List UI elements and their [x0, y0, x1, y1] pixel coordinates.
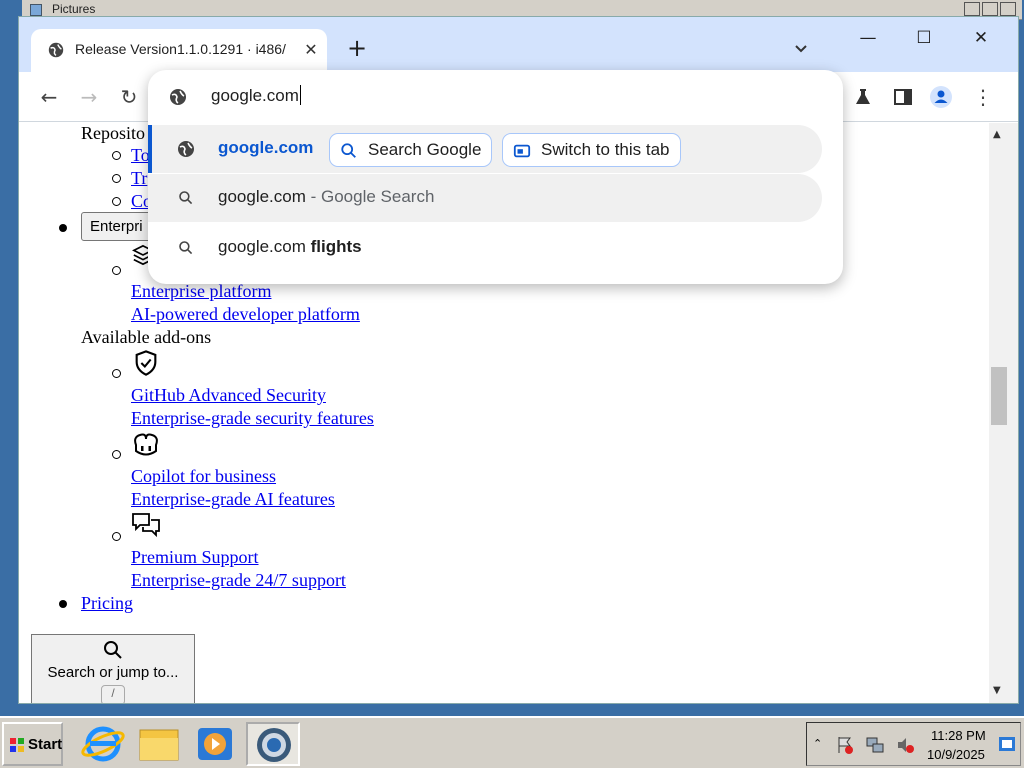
start-button[interactable]: Start [2, 722, 63, 766]
text-caret [299, 85, 301, 105]
keyboard-shortcut-hint: / [101, 685, 125, 703]
omnibox-input[interactable]: google.com [211, 85, 301, 106]
search-icon [104, 641, 122, 659]
comment-discussion-icon [132, 513, 160, 538]
vertical-scrollbar[interactable]: ▲ ▼ [989, 123, 1018, 703]
repo-link-to[interactable]: To [131, 145, 150, 166]
addons-heading: Available add-ons [81, 327, 212, 347]
enterprise-platform-desc[interactable]: AI-powered developer platform [131, 304, 360, 325]
list-bullet [59, 224, 67, 232]
suggestion-row-navigate[interactable]: google.com Search Google Switch to this … [148, 125, 822, 173]
show-hidden-icons-icon[interactable]: ⌃ [813, 737, 822, 750]
search-icon [341, 143, 356, 158]
background-window-title: Pictures [52, 2, 96, 16]
network-icon[interactable] [865, 735, 885, 755]
addon-desc-link[interactable]: Enterprise-grade security features [131, 408, 374, 429]
globe-icon [170, 89, 186, 105]
suggestion-row-flights[interactable]: google.com flights [148, 224, 822, 272]
tab-release-version[interactable]: Release Version1.1.0.1291 · i486/ ✕ [31, 29, 327, 72]
suggestion-row-search[interactable]: google.com - Google Search [148, 174, 822, 222]
maximize-button[interactable]: ☐ [904, 25, 944, 51]
list-bullet [112, 266, 121, 275]
globe-icon [48, 42, 64, 58]
suggestion-text: google.com flights [218, 237, 362, 257]
addon-title-link[interactable]: Premium Support [131, 547, 259, 568]
scroll-up-arrow-icon[interactable]: ▲ [993, 129, 1001, 140]
list-bullet [112, 532, 121, 541]
repo-link-tr[interactable]: Tr [131, 168, 147, 189]
reload-icon[interactable]: ↻ [117, 85, 141, 109]
clock-time: 11:28 PM [931, 728, 986, 743]
language-bar-icon[interactable] [999, 737, 1015, 751]
list-bullet [112, 151, 121, 160]
list-bullet [112, 197, 121, 206]
side-panel-icon[interactable] [891, 85, 915, 109]
folder-icon [30, 4, 42, 16]
windows-flag-icon [10, 738, 24, 752]
chrome-taskbar-button[interactable] [246, 722, 300, 766]
taskbar: Start ⌃ 11:28 PM 10/9/2025 [0, 716, 1024, 768]
close-tab-icon[interactable]: ✕ [301, 40, 321, 60]
search-or-jump-label: Search or jump to... [47, 664, 179, 681]
menu-kebab-icon[interactable]: ⋮ [971, 85, 995, 109]
suggestion-query: google.com [218, 187, 306, 206]
search-or-jump-button[interactable]: Search or jump to... / [31, 634, 195, 703]
omnibox-input-row[interactable]: google.com [148, 70, 843, 122]
explorer-folder-icon[interactable] [132, 722, 186, 766]
omnibox-input-value: google.com [211, 86, 299, 105]
chevron-down-icon[interactable] [791, 39, 811, 59]
enterprise-platform-link[interactable]: Enterprise platform [131, 281, 271, 302]
bg-close-button[interactable] [1000, 2, 1016, 16]
bg-minimize-button[interactable] [964, 2, 980, 16]
repository-label: Reposito [81, 123, 146, 143]
addon-title-link[interactable]: Copilot for business [131, 466, 276, 487]
volume-muted-icon[interactable] [895, 735, 915, 755]
list-bullet [112, 369, 121, 378]
list-bullet [59, 600, 67, 608]
suggestion-bold-part: flights [310, 237, 362, 256]
suggestion-text: google.com [218, 138, 314, 157]
suggestion-query: google.com [218, 237, 311, 256]
scroll-down-arrow-icon[interactable]: ▼ [993, 685, 1001, 696]
chip-label: Switch to this tab [541, 140, 670, 159]
new-tab-button[interactable]: + [345, 36, 369, 61]
shield-check-icon [135, 350, 157, 376]
list-bullet [112, 174, 121, 183]
internet-explorer-icon[interactable] [76, 722, 130, 766]
switch-tab-icon [513, 144, 531, 158]
chip-label: Search Google [368, 140, 482, 159]
addon-desc-link[interactable]: Enterprise-grade AI features [131, 489, 335, 510]
forward-arrow-icon[interactable]: → [77, 85, 101, 109]
search-icon [179, 191, 193, 205]
copilot-icon [134, 433, 158, 456]
back-arrow-icon[interactable]: ← [37, 85, 61, 109]
addon-title-link[interactable]: GitHub Advanced Security [131, 385, 326, 406]
media-player-icon[interactable] [188, 722, 242, 766]
start-label: Start [28, 736, 63, 753]
profile-avatar-icon[interactable] [929, 85, 953, 109]
close-window-button[interactable]: ✕ [961, 25, 1001, 51]
minimize-button[interactable]: — [848, 25, 888, 51]
search-icon [179, 241, 193, 255]
addon-desc-link[interactable]: Enterprise-grade 24/7 support [131, 570, 346, 591]
selection-indicator [148, 125, 152, 173]
tab-title: Release Version1.1.0.1291 · i486/ [75, 41, 286, 57]
globe-icon [178, 141, 194, 157]
bg-maximize-button[interactable] [982, 2, 998, 16]
switch-to-tab-chip[interactable]: Switch to this tab [502, 133, 681, 167]
chrome-icon [257, 728, 291, 762]
suggestion-suffix: - Google Search [305, 187, 435, 206]
action-center-flag-icon[interactable] [835, 735, 855, 755]
tab-strip: Release Version1.1.0.1291 · i486/ ✕ + — … [19, 17, 1018, 72]
search-google-chip[interactable]: Search Google [329, 133, 493, 167]
suggestion-text: google.com - Google Search [218, 187, 434, 207]
pricing-link[interactable]: Pricing [81, 593, 133, 614]
system-tray: ⌃ 11:28 PM 10/9/2025 [806, 722, 1021, 766]
labs-flask-icon[interactable] [851, 85, 875, 109]
scroll-thumb[interactable] [991, 367, 1007, 425]
clock-date: 10/9/2025 [927, 747, 985, 762]
list-bullet [112, 450, 121, 459]
omnibox-dropdown: google.com google.com Search Google Swit… [148, 70, 843, 284]
